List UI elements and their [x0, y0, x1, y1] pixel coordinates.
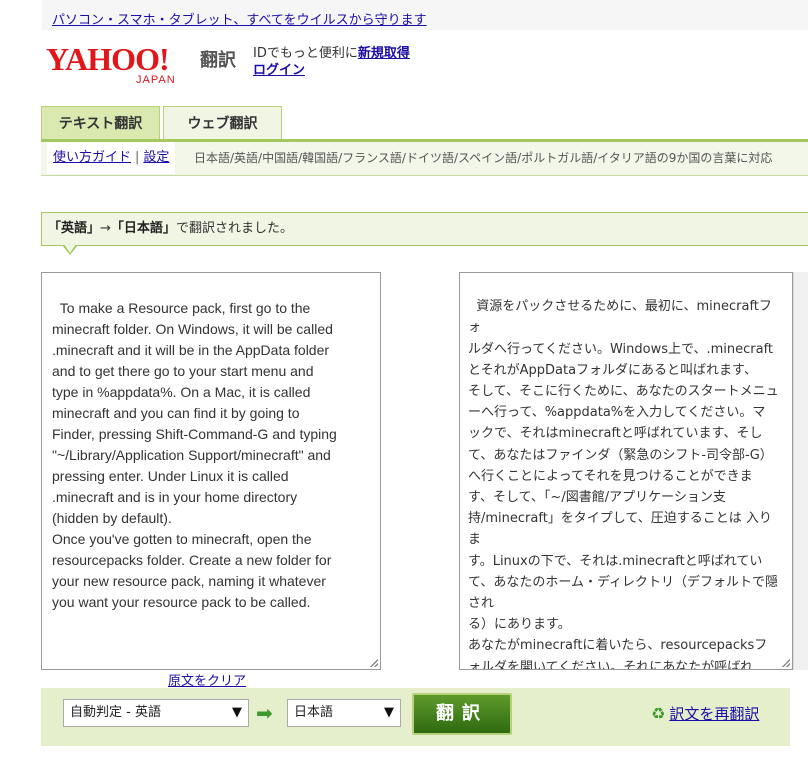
service-title: 翻訳: [200, 50, 236, 71]
notice-pointer-inner: [64, 244, 76, 253]
source-text-area[interactable]: To make a Resource pack, first go to the…: [41, 272, 381, 670]
yahoo-logo[interactable]: YAHOO! JAPAN: [46, 42, 196, 88]
usage-guide-link[interactable]: 使い方ガイド: [53, 150, 131, 165]
retranslate-area: ♻ 訳文を再翻訳: [651, 703, 759, 724]
translation-controls: 自動判定 - 英語 ▼ ➡ 日本語 ▼ 翻訳 ♻ 訳文を再翻訳: [41, 688, 790, 746]
refresh-icon[interactable]: ♻: [651, 704, 665, 723]
login-link[interactable]: ログイン: [253, 63, 305, 78]
translation-notice: 「英語」→「日本語」で翻訳されました。: [41, 212, 808, 246]
settings-link[interactable]: 設定: [143, 150, 169, 165]
arrow-right-icon: ➡: [256, 701, 273, 725]
source-language-value: 自動判定 - 英語: [70, 705, 161, 720]
link-separator: |: [135, 150, 140, 165]
notice-source-language: 「英語」: [48, 221, 101, 236]
antivirus-banner-link[interactable]: パソコン・スマホ・タブレット、すべてをウイルスから守ります: [52, 9, 427, 28]
clear-source-link[interactable]: 原文をクリア: [168, 670, 246, 689]
register-link[interactable]: 新規取得: [358, 46, 410, 61]
translate-button[interactable]: 翻訳: [412, 693, 512, 735]
target-language-value: 日本語: [294, 705, 334, 720]
help-links: 使い方ガイド | 設定: [47, 142, 176, 174]
logo-text: YAHOO!: [46, 41, 170, 77]
supported-languages: 日本語/英語/中国語/韓国語/フランス語/ドイツ語/スペイン語/ポルトガル語/イ…: [194, 151, 773, 165]
chevron-down-icon: ▼: [232, 705, 242, 720]
notice-suffix: で翻訳されました。: [175, 221, 293, 236]
translated-text-area[interactable]: 資源をパックさせるために、最初に、minecraftフォ ルダへ行ってください。…: [459, 272, 793, 670]
account-area: IDでもっと便利に新規取得 ログイン: [253, 45, 410, 79]
tab-web-translation[interactable]: ウェブ翻訳: [163, 106, 282, 140]
notice-target-language: 「日本語」: [110, 221, 176, 236]
page-scrollbar[interactable]: [793, 272, 808, 670]
target-language-select[interactable]: 日本語 ▼: [287, 699, 401, 727]
logo-subtext: JAPAN: [136, 74, 176, 86]
sub-navigation: 使い方ガイド | 設定 日本語/英語/中国語/韓国語/フランス語/ドイツ語/スペイン…: [41, 142, 808, 176]
source-language-select[interactable]: 自動判定 - 英語 ▼: [63, 699, 249, 727]
account-prefix: IDでもっと便利に: [253, 46, 358, 61]
tab-text-translation[interactable]: テキスト翻訳: [41, 106, 160, 140]
source-text: To make a Resource pack, first go to the…: [52, 300, 337, 610]
chevron-down-icon: ▼: [384, 705, 394, 720]
notice-arrow: →: [100, 221, 111, 236]
translated-text: 資源をパックさせるために、最初に、minecraftフォ ルダへ行ってください。…: [468, 299, 779, 670]
resize-handle-icon[interactable]: [370, 659, 378, 667]
top-banner: パソコン・スマホ・タブレット、すべてをウイルスから守ります: [42, 0, 808, 30]
resize-handle-icon[interactable]: [782, 659, 790, 667]
retranslate-link[interactable]: 訳文を再翻訳: [669, 705, 759, 723]
